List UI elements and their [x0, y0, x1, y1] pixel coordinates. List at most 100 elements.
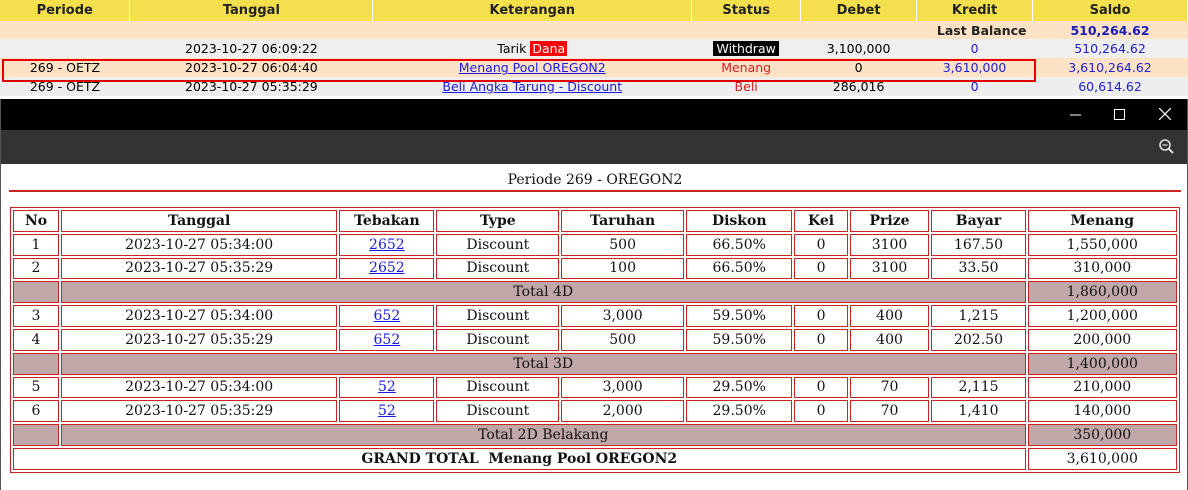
col-bayar: Bayar	[931, 210, 1026, 232]
cell-taruhan: 100	[561, 257, 685, 280]
cell-saldo: 3,610,264.62	[1032, 58, 1188, 77]
cell-taruhan: 500	[561, 233, 685, 256]
cell-prize: 3100	[849, 257, 930, 280]
tebakan-link[interactable]: 52	[378, 379, 396, 395]
col-type: Type	[436, 210, 560, 232]
col-diskon: Diskon	[686, 210, 793, 232]
cell-diskon: 59.50%	[686, 305, 793, 327]
cell-tanggal: 2023-10-27 05:35:29	[61, 328, 338, 351]
col-menang: Menang	[1027, 210, 1177, 232]
cell-debet: 3,100,000	[800, 39, 917, 58]
table-row: 6 2023-10-27 05:35:29 52 Discount 2,000 …	[13, 400, 1177, 423]
col-tanggal: Tanggal	[61, 210, 338, 232]
cell-menang: 140,000	[1027, 400, 1177, 423]
cell-status: Menang	[691, 58, 801, 77]
detail-popup-window: Periode 269 - OREGON2 No Tanggal Tebakan…	[0, 99, 1188, 490]
cell-no: 6	[13, 400, 60, 423]
subtotal-spacer	[13, 424, 60, 446]
cell-periode: 269 - OETZ	[0, 58, 130, 77]
popup-content: Periode 269 - OREGON2 No Tanggal Tebakan…	[1, 164, 1187, 490]
cell-type: Discount	[436, 328, 560, 351]
close-icon	[1158, 105, 1172, 124]
cell-no: 4	[13, 328, 60, 351]
subtotal-label: Total 2D Belakang	[61, 424, 1026, 446]
maximize-icon	[1113, 105, 1125, 124]
cell-status: Withdraw	[691, 39, 801, 58]
table-row: 269 - OETZ 2023-10-27 05:35:29 Beli Angk…	[0, 77, 1188, 96]
grand-total-value: 3,610,000	[1027, 447, 1177, 470]
table-row: 2 2023-10-27 05:35:29 2652 Discount 100 …	[13, 257, 1177, 280]
last-balance-label: Last Balance	[0, 21, 1033, 39]
cell-kredit: 3,610,000	[916, 58, 1033, 77]
subtotal-label: Total 4D	[61, 281, 1026, 304]
col-kei: Kei	[794, 210, 848, 232]
table-row: 1 2023-10-27 05:34:00 2652 Discount 500 …	[13, 233, 1177, 256]
cell-tebakan: 52	[339, 376, 435, 399]
col-status: Status	[691, 0, 802, 21]
cell-type: Discount	[436, 305, 560, 327]
transaction-header-row: Periode Tanggal Keterangan Status Debet …	[0, 0, 1188, 21]
cell-taruhan: 3,000	[561, 376, 685, 399]
page-title: Periode 269 - OREGON2	[507, 172, 683, 188]
keterangan-prefix: Tarik	[497, 41, 527, 56]
cell-tanggal: 2023-10-27 05:35:29	[61, 400, 338, 423]
cell-kredit: 0	[916, 77, 1033, 96]
cell-kredit: 0	[916, 39, 1033, 58]
cell-debet: 0	[800, 58, 917, 77]
last-balance-value: 510,264.62	[1032, 21, 1188, 39]
cell-no: 5	[13, 376, 60, 399]
cell-keterangan: Beli Angka Tarung - Discount	[372, 77, 692, 96]
cell-tanggal: 2023-10-27 05:35:29	[129, 77, 373, 96]
last-balance-row: Last Balance 510,264.62	[0, 21, 1188, 39]
close-button[interactable]	[1142, 99, 1188, 130]
cell-tebakan: 652	[339, 328, 435, 351]
cell-tanggal: 2023-10-27 05:34:00	[61, 233, 338, 256]
cell-diskon: 66.50%	[686, 257, 793, 280]
cell-kei: 0	[794, 376, 848, 399]
detail-header-row: No Tanggal Tebakan Type Taruhan Diskon K…	[13, 210, 1177, 232]
col-taruhan: Taruhan	[561, 210, 685, 232]
table-row: 269 - OETZ 2023-10-27 06:04:40 Menang Po…	[0, 58, 1188, 77]
col-tebakan: Tebakan	[339, 210, 435, 232]
beli-angka-link[interactable]: Beli Angka Tarung - Discount	[442, 79, 622, 94]
minimize-button[interactable]	[1052, 99, 1098, 130]
maximize-button[interactable]	[1096, 99, 1142, 130]
cell-bayar: 2,115	[931, 376, 1026, 399]
table-row: 4 2023-10-27 05:35:29 652 Discount 500 5…	[13, 328, 1177, 351]
transaction-table: Periode Tanggal Keterangan Status Debet …	[0, 0, 1188, 96]
tebakan-link[interactable]: 52	[378, 403, 396, 419]
withdraw-badge: Withdraw	[713, 41, 779, 56]
cell-saldo: 60,614.62	[1032, 77, 1188, 96]
table-row: 3 2023-10-27 05:34:00 652 Discount 3,000…	[13, 305, 1177, 327]
cell-keterangan: Tarik Dana	[372, 39, 692, 58]
tebakan-link[interactable]: 2652	[369, 237, 405, 253]
zoom-icon[interactable]	[1157, 137, 1177, 157]
cell-taruhan: 500	[561, 328, 685, 351]
cell-menang: 200,000	[1027, 328, 1177, 351]
subtotal-row: Total 4D 1,860,000	[13, 281, 1177, 304]
tebakan-link[interactable]: 652	[374, 308, 401, 324]
cell-diskon: 29.50%	[686, 376, 793, 399]
menang-pool-link[interactable]: Menang Pool OREGON2	[459, 60, 606, 75]
cell-type: Discount	[436, 376, 560, 399]
grand-total-row: GRAND TOTAL Menang Pool OREGON2 3,610,00…	[13, 447, 1177, 470]
col-keterangan: Keterangan	[372, 0, 693, 21]
tebakan-link[interactable]: 652	[374, 332, 401, 348]
cell-diskon: 66.50%	[686, 233, 793, 256]
cell-tebakan: 652	[339, 305, 435, 327]
table-row: 5 2023-10-27 05:34:00 52 Discount 3,000 …	[13, 376, 1177, 399]
cell-prize: 70	[849, 376, 930, 399]
subtotal-spacer	[13, 352, 60, 375]
cell-kei: 0	[794, 305, 848, 327]
window-titlebar	[1, 99, 1187, 130]
cell-tebakan: 2652	[339, 257, 435, 280]
cell-kei: 0	[794, 233, 848, 256]
cell-tebakan: 52	[339, 400, 435, 423]
cell-bayar: 202.50	[931, 328, 1026, 351]
cell-prize: 400	[849, 305, 930, 327]
popup-toolbar	[1, 130, 1187, 164]
cell-periode: 269 - OETZ	[0, 77, 130, 96]
tebakan-link[interactable]: 2652	[369, 260, 405, 276]
subtotal-value: 1,400,000	[1027, 352, 1177, 375]
cell-menang: 1,550,000	[1027, 233, 1177, 256]
